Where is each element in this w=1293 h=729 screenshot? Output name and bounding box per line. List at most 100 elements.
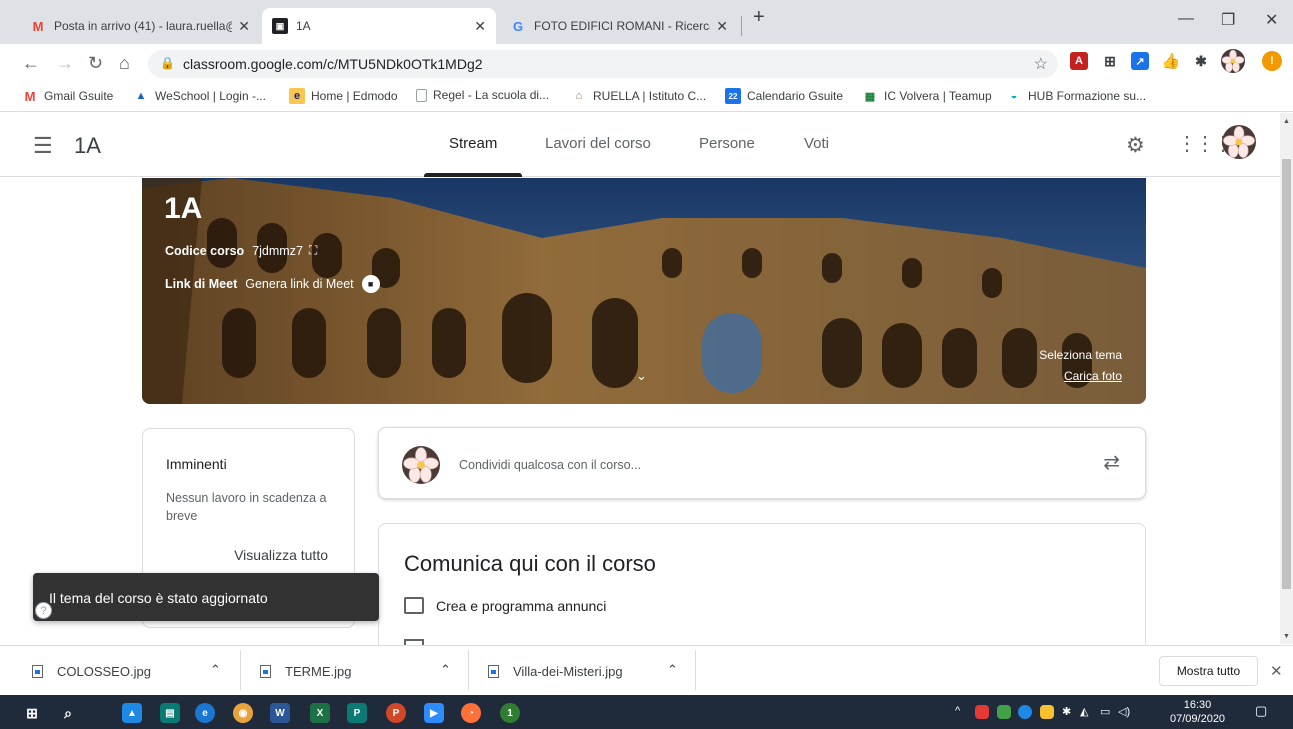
system-clock[interactable]: 16:30 07/09/2020 (1170, 698, 1225, 726)
home-icon[interactable]: ⌂ (119, 53, 130, 74)
lock-icon: 🔒 (160, 56, 175, 70)
download-item[interactable]: TERME.jpg (260, 646, 351, 696)
tab-gmail[interactable]: M Posta in arrivo (41) - laura.ruella@ ✕ (20, 8, 260, 44)
new-tab-icon[interactable]: + (753, 6, 765, 29)
image-file-icon (260, 664, 271, 678)
teamup-icon: ▦ (864, 90, 876, 103)
comment-icon (404, 597, 424, 614)
grid-extension-icon[interactable]: ⊞ (1101, 52, 1119, 70)
bookmark-gmail[interactable]: M Gmail Gsuite (22, 88, 114, 104)
tab-persone[interactable]: Persone (699, 135, 755, 152)
bookmark-edmodo[interactable]: e Home | Edmodo (289, 88, 398, 104)
view-all-link[interactable]: Visualizza tutto (234, 547, 328, 563)
bookmark-label: Home | Edmodo (311, 89, 398, 103)
account-avatar[interactable] (1222, 125, 1256, 159)
show-all-button[interactable]: Mostra tutto (1159, 656, 1258, 686)
generate-meet-link[interactable]: Genera link di Meet (245, 277, 353, 291)
close-tab-icon[interactable]: ✕ (474, 18, 486, 35)
classroom-header: ☰ 1A Stream Lavori del corso Persone Vot… (0, 113, 1280, 177)
settings-gear-icon[interactable]: ⚙ (1126, 133, 1145, 158)
firefox-icon[interactable]: ◔ (461, 703, 481, 723)
tray-app-icon[interactable] (975, 705, 989, 719)
url-text[interactable]: classroom.google.com/c/MTU5NDk0OTk1MDg2 (183, 56, 483, 72)
window-close-icon[interactable]: ✕ (1265, 10, 1278, 30)
bookmark-star-icon[interactable]: ☆ (1034, 54, 1048, 74)
upcoming-text: Nessun lavoro in scadenza a breve (166, 491, 327, 523)
restore-icon[interactable]: ❐ (1221, 10, 1235, 30)
scroll-up-icon[interactable]: ▲ (1283, 118, 1290, 125)
search-icon[interactable]: ⌕ (58, 703, 78, 723)
tab-stream[interactable]: Stream (449, 135, 497, 152)
upload-photo-link[interactable]: Carica foto (1064, 369, 1122, 383)
publisher-icon[interactable]: P (347, 703, 367, 723)
tray-app-icon[interactable] (1040, 705, 1054, 719)
google-icon: G (512, 18, 524, 34)
thumbs-up-icon[interactable]: 👍 (1162, 52, 1180, 70)
screenshot-extension-icon[interactable]: ↗ (1131, 52, 1149, 70)
help-icon[interactable]: ? (35, 602, 52, 619)
windows-taskbar: ⊞ ⌕ ▲ ▤ e ◉ W X P P ▶ ◔ 1 ^ ✱ ◭ ▭ ◁) 16:… (0, 695, 1293, 729)
bookmark-hub[interactable]: ◒ HUB Formazione su... (1006, 88, 1146, 104)
menu-icon[interactable]: ☰ (33, 133, 53, 159)
notification-app-icon[interactable]: 1 (500, 703, 520, 723)
chevron-up-icon[interactable]: ⌃ (440, 662, 451, 678)
update-alert-icon[interactable]: ! (1262, 51, 1282, 71)
video-camera-icon[interactable]: ■ (361, 275, 380, 293)
create-announcement-item[interactable]: Crea e programma annunci (404, 597, 606, 614)
repost-icon[interactable]: ⇄ (1103, 450, 1120, 475)
tab-classroom[interactable]: ▣ 1A ✕ (262, 8, 496, 44)
chrome-icon[interactable]: ◉ (233, 703, 253, 723)
back-icon[interactable]: ← (22, 53, 40, 74)
download-item[interactable]: Villa-dei-Misteri.jpg (488, 646, 623, 696)
chevron-up-icon[interactable]: ⌃ (210, 662, 221, 678)
classroom-icon: ▣ (272, 18, 288, 34)
profile-avatar[interactable] (1221, 49, 1245, 73)
minimize-icon[interactable]: — (1178, 10, 1194, 28)
tray-expand-icon[interactable]: ^ (955, 705, 960, 717)
close-icon[interactable]: ✕ (1270, 662, 1283, 680)
close-tab-icon[interactable]: ✕ (238, 18, 250, 35)
network-icon[interactable]: ◭ (1080, 705, 1088, 718)
bookmark-weschool[interactable]: ▲ WeSchool | Login -... (133, 88, 266, 104)
bookmark-label: HUB Formazione su... (1028, 89, 1147, 103)
store-icon[interactable]: ▲ (122, 703, 142, 723)
app-icon[interactable]: ▤ (160, 703, 180, 723)
acrobat-icon[interactable]: A (1070, 52, 1088, 70)
bookmark-ruella[interactable]: ⌂ RUELLA | Istituto C... (571, 88, 707, 104)
scroll-thumb[interactable] (1282, 159, 1291, 589)
share-box[interactable]: Condividi qualcosa con il corso... ⇄ (378, 427, 1146, 499)
download-item[interactable]: COLOSSEO.jpg (32, 646, 151, 696)
scroll-down-icon[interactable]: ▼ (1283, 633, 1290, 640)
tray-app-icon[interactable] (997, 705, 1011, 719)
extensions-puzzle-icon[interactable]: ✱ (1192, 52, 1210, 70)
volume-icon[interactable]: ◁) (1118, 705, 1130, 718)
tab-voti[interactable]: Voti (804, 135, 829, 152)
fullscreen-icon[interactable]: ⛶ (309, 243, 317, 258)
tray-app-icon[interactable] (1018, 705, 1032, 719)
download-separator (240, 650, 241, 690)
reload-icon[interactable]: ↻ (88, 53, 103, 74)
select-theme-link[interactable]: Seleziona tema (1039, 348, 1122, 362)
bookmark-regel[interactable]: Regel - La scuola di... (416, 88, 549, 102)
display-icon[interactable]: ▭ (1100, 705, 1110, 718)
word-icon[interactable]: W (270, 703, 290, 723)
powerpoint-icon[interactable]: P (386, 703, 406, 723)
bookmark-calendar[interactable]: 22 Calendario Gsuite (725, 88, 843, 104)
address-bar[interactable]: 🔒 classroom.google.com/c/MTU5NDk0OTk1MDg… (148, 50, 1058, 78)
forward-icon[interactable]: → (56, 53, 74, 74)
edge-icon[interactable]: e (195, 703, 215, 723)
windows-start-icon[interactable]: ⊞ (22, 703, 42, 723)
chevron-up-icon[interactable]: ⌃ (667, 662, 678, 678)
close-tab-icon[interactable]: ✕ (716, 18, 728, 35)
share-input[interactable]: Condividi qualcosa con il corso... (459, 458, 641, 472)
meet-label: Link di Meet (165, 277, 238, 291)
bookmark-teamup[interactable]: ▦ IC Volvera | Teamup (862, 88, 992, 104)
tab-google-search[interactable]: G FOTO EDIFICI ROMANI - Ricerca ✕ (500, 8, 738, 44)
bluetooth-icon[interactable]: ✱ (1062, 705, 1071, 718)
action-center-icon[interactable]: ▢ (1255, 703, 1267, 719)
chevron-down-icon[interactable]: ⌄ (636, 368, 647, 384)
zoom-icon[interactable]: ▶ (424, 703, 444, 723)
page-scrollbar[interactable]: ▲ ▼ (1280, 113, 1293, 644)
tab-lavori-del-corso[interactable]: Lavori del corso (545, 135, 651, 152)
excel-icon[interactable]: X (310, 703, 330, 723)
